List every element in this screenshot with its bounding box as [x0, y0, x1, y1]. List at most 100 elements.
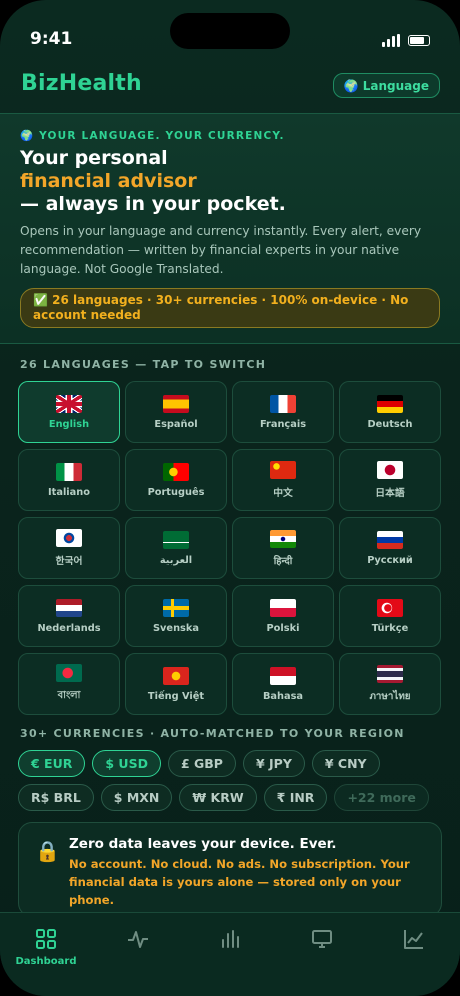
flag-uk-icon: [56, 394, 82, 413]
currency-row-2: R$ BRL $ MXN ₩ KRW ₹ INR +22 more: [18, 784, 429, 811]
language-card-pl[interactable]: Polski: [232, 585, 334, 647]
language-label: 한국어: [55, 556, 83, 567]
language-label: العربية: [159, 554, 193, 566]
trend-chart-icon: [404, 930, 423, 949]
privacy-title: Zero data leaves your device. Ever.: [69, 836, 337, 852]
language-label: हिन्दी: [273, 555, 293, 567]
currency-chip[interactable]: $ USD: [92, 750, 161, 777]
language-grid: English Español Français Deutsch Italiano Por…: [18, 381, 442, 715]
dashboard-grid-icon: [36, 929, 56, 949]
hero-title-line1: Your personal: [20, 147, 168, 169]
currency-chip[interactable]: ₩ KRW: [179, 784, 257, 811]
language-label: বাংলা: [57, 689, 81, 701]
language-label: Français: [259, 418, 307, 430]
language-card-nl[interactable]: Nederlands: [18, 585, 120, 647]
language-card-de[interactable]: Deutsch: [339, 381, 441, 443]
language-card-es[interactable]: Español: [125, 381, 227, 443]
flag-in-icon: [270, 529, 296, 548]
language-card-pt[interactable]: Português: [125, 449, 227, 511]
hero-title-line3: — always in your pocket.: [20, 193, 286, 215]
language-card-sa[interactable]: العربية: [125, 517, 227, 579]
language-button[interactable]: 🌍 Language: [332, 73, 440, 98]
flag-de-icon: [377, 394, 403, 413]
flag-fr-icon: [270, 394, 296, 413]
currency-chip[interactable]: $ MXN: [100, 784, 173, 811]
language-label: Português: [147, 486, 205, 498]
status-time: 9:41: [30, 29, 73, 49]
currency-chip[interactable]: ¥ JPY: [242, 750, 305, 777]
hero-title: Your personal financial advisor — always…: [20, 147, 286, 216]
flag-ru-icon: [377, 530, 403, 549]
language-card-vn[interactable]: Tiếng Việt: [125, 653, 227, 715]
flag-sa-icon: [163, 530, 189, 549]
language-label: ภาษาไทย: [369, 690, 411, 702]
language-card-fr[interactable]: Français: [232, 381, 334, 443]
dynamic-island: [170, 13, 290, 49]
flag-jp-icon: [377, 461, 403, 479]
tab-bar: Dashboard: [0, 912, 460, 996]
privacy-text: No account. No cloud. No ads. No subscri…: [69, 857, 410, 907]
currency-row-1: € EUR $ USD £ GBP ¥ JPY ¥ CNY: [18, 750, 380, 777]
language-label: Italiano: [48, 486, 90, 498]
language-label: Русский: [367, 554, 413, 566]
language-card-in[interactable]: हिन्दी: [232, 517, 334, 579]
languages-heading: 26 LANGUAGES — TAP TO SWITCH: [20, 358, 267, 371]
language-card-kr[interactable]: 한국어: [18, 517, 120, 579]
currency-chip[interactable]: ¥ CNY: [311, 750, 380, 777]
language-label: 中文: [273, 488, 293, 499]
language-card-uk[interactable]: English: [18, 381, 120, 443]
flag-pl-icon: [270, 598, 296, 617]
flag-es-icon: [163, 394, 189, 413]
tab-trends[interactable]: [374, 927, 454, 996]
currency-chip[interactable]: £ GBP: [167, 750, 236, 777]
language-card-it[interactable]: Italiano: [18, 449, 120, 511]
phone-screen: 9:41 BizHealth 🌍 Language 🌍 YOUR LANGUAG…: [0, 0, 460, 996]
flag-pt-icon: [163, 462, 189, 481]
signal-icon: [382, 34, 400, 47]
bar-chart-icon: [222, 930, 239, 948]
status-icons: [382, 34, 430, 47]
more-currencies-chip[interactable]: +22 more: [334, 784, 429, 811]
language-card-cn[interactable]: 中文: [232, 449, 334, 511]
flag-it-icon: [56, 462, 82, 481]
hero-title-accent: financial advisor: [20, 170, 197, 192]
language-card-id[interactable]: Bahasa: [232, 653, 334, 715]
language-card-th[interactable]: ภาษาไทย: [339, 653, 441, 715]
language-label: Bahasa: [262, 690, 304, 702]
language-label: Nederlands: [37, 622, 101, 634]
tab-bars[interactable]: [190, 927, 270, 996]
flag-th-icon: [377, 664, 403, 683]
flag-cn-icon: [270, 461, 296, 479]
language-card-ru[interactable]: Русский: [339, 517, 441, 579]
pulse-icon: [128, 931, 148, 948]
tab-desktop[interactable]: [282, 927, 362, 996]
language-label: Türkçe: [371, 622, 409, 634]
language-card-tr[interactable]: Türkçe: [339, 585, 441, 647]
currency-chip[interactable]: € EUR: [18, 750, 86, 777]
flag-vn-icon: [163, 666, 189, 685]
language-label: Svenska: [152, 622, 200, 634]
currency-chip[interactable]: ₹ INR: [263, 784, 328, 811]
language-label: Español: [154, 418, 198, 430]
language-label: Tiếng Việt: [147, 690, 205, 702]
flag-nl-icon: [56, 598, 82, 617]
flag-se-icon: [163, 598, 189, 617]
language-label: English: [48, 418, 90, 430]
language-card-se[interactable]: Svenska: [125, 585, 227, 647]
tab-dashboard[interactable]: Dashboard: [6, 927, 86, 996]
privacy-card: 🔒 Zero data leaves your device. Ever. No…: [18, 822, 442, 917]
hero-kicker: 🌍 YOUR LANGUAGE. YOUR CURRENCY.: [20, 130, 285, 142]
language-card-jp[interactable]: 日本語: [339, 449, 441, 511]
tab-pulse[interactable]: [98, 927, 178, 996]
hero-banner: 🌍 YOUR LANGUAGE. YOUR CURRENCY. Your per…: [0, 113, 460, 344]
language-card-bd[interactable]: বাংলা: [18, 653, 120, 715]
currency-chip[interactable]: R$ BRL: [18, 784, 94, 811]
hero-description: Opens in your language and currency inst…: [20, 224, 422, 276]
features-pill: ✅ 26 languages · 30+ currencies · 100% o…: [20, 288, 440, 328]
lock-icon: 🔒: [35, 839, 60, 863]
monitor-icon: [312, 930, 332, 948]
flag-id-icon: [270, 666, 296, 685]
language-label: 日本語: [375, 488, 405, 499]
flag-bd-icon: [56, 663, 82, 682]
currencies-heading: 30+ CURRENCIES · AUTO-MATCHED TO YOUR RE…: [20, 727, 405, 740]
